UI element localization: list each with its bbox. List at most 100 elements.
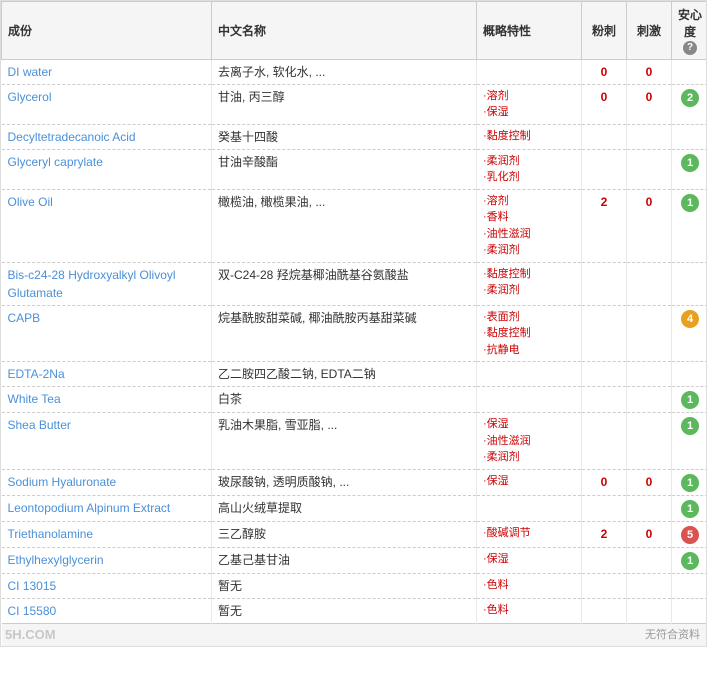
safety-cell: 5	[672, 521, 707, 547]
irritant-cell	[582, 495, 627, 521]
chinese-name-cell: 乙二胺四乙酸二钠, EDTA二钠	[212, 362, 477, 387]
stimulate-cell	[627, 305, 672, 362]
stimulate-cell: 0	[627, 469, 672, 495]
irritant-cell	[582, 413, 627, 470]
col-header-stimulate: 刺激	[627, 2, 672, 60]
general-props-cell: ·色料	[477, 598, 582, 623]
safety-cell: 1	[672, 413, 707, 470]
table-row: Triethanolamine三乙醇胺·酸碱调节205	[2, 521, 707, 547]
ingredient-name-cell[interactable]: Decyltetradecanoic Acid	[2, 124, 212, 149]
safety-badge: 2	[681, 89, 699, 107]
irritant-cell	[582, 598, 627, 623]
irritant-cell: 2	[582, 521, 627, 547]
stimulate-cell	[627, 362, 672, 387]
stimulate-cell	[627, 598, 672, 623]
safety-cell: 1	[672, 547, 707, 573]
ingredient-name-cell[interactable]: Sodium Hyaluronate	[2, 469, 212, 495]
ingredient-name-cell[interactable]: Triethanolamine	[2, 521, 212, 547]
irritant-cell	[582, 124, 627, 149]
stimulate-cell	[627, 573, 672, 598]
ingredient-name-cell[interactable]: Glyceryl caprylate	[2, 149, 212, 189]
safety-badge: 1	[681, 552, 699, 570]
chinese-name-cell: 甘油, 丙三醇	[212, 84, 477, 124]
table-row: CI 15580暂无·色料	[2, 598, 707, 623]
safety-badge: 1	[681, 500, 699, 518]
safety-cell: 1	[672, 189, 707, 262]
ingredient-name-cell[interactable]: CAPB	[2, 305, 212, 362]
safety-cell: 1	[672, 495, 707, 521]
ingredient-table: 成份 中文名称 概略特性 粉刺 刺激 安心度 ? DI water去离子水, 软…	[1, 1, 707, 646]
ingredient-name-cell[interactable]: EDTA-2Na	[2, 362, 212, 387]
general-props-cell: ·黏度控制·柔润剂	[477, 262, 582, 305]
safety-cell: 2	[672, 84, 707, 124]
ingredient-name-cell[interactable]: CI 13015	[2, 573, 212, 598]
stimulate-cell	[627, 413, 672, 470]
ingredient-name-cell[interactable]: Shea Butter	[2, 413, 212, 470]
ingredient-name-cell[interactable]: CI 15580	[2, 598, 212, 623]
chinese-name-cell: 玻尿酸钠, 透明质酸钠, ...	[212, 469, 477, 495]
ingredient-name-cell[interactable]: Olive Oil	[2, 189, 212, 262]
general-props-cell: ·酸碱调节	[477, 521, 582, 547]
irritant-cell: 0	[582, 469, 627, 495]
irritant-cell: 0	[582, 84, 627, 124]
chinese-name-cell: 双-C24-28 羟烷基椰油酰基谷氨酸盐	[212, 262, 477, 305]
ingredient-table-container: 成份 中文名称 概略特性 粉刺 刺激 安心度 ? DI water去离子水, 软…	[0, 0, 707, 647]
general-props-cell	[477, 362, 582, 387]
general-props-cell: ·表面剂·黏度控制·抗静电	[477, 305, 582, 362]
table-row: CI 13015暂无·色料	[2, 573, 707, 598]
general-props-cell	[477, 59, 582, 84]
safety-badge: 4	[681, 310, 699, 328]
footer-row: 无符合资料	[2, 623, 707, 646]
safety-badge: 1	[681, 154, 699, 172]
safety-badge: 1	[681, 391, 699, 409]
irritant-cell: 2	[582, 189, 627, 262]
footer-text: 无符合资料	[2, 623, 707, 646]
chinese-name-cell: 去离子水, 软化水, ...	[212, 59, 477, 84]
col-header-safety: 安心度 ?	[672, 2, 707, 60]
table-row: Ethylhexylglycerin乙基己基甘油·保湿1	[2, 547, 707, 573]
ingredient-name-cell[interactable]: Leontopodium Alpinum Extract	[2, 495, 212, 521]
ingredient-name-cell[interactable]: DI water	[2, 59, 212, 84]
chinese-name-cell: 甘油辛酸酯	[212, 149, 477, 189]
table-row: Shea Butter乳油木果脂, 雪亚脂, ...·保湿·油性滋润·柔润剂 1	[2, 413, 707, 470]
safety-cell	[672, 59, 707, 84]
safety-cell	[672, 573, 707, 598]
table-row: Decyltetradecanoic Acid癸基十四酸·黏度控制	[2, 124, 707, 149]
chinese-name-cell: 橄榄油, 橄榄果油, ...	[212, 189, 477, 262]
safety-cell: 1	[672, 149, 707, 189]
chinese-name-cell: 癸基十四酸	[212, 124, 477, 149]
table-row: White Tea白茶1	[2, 387, 707, 413]
ingredient-name-cell[interactable]: Glycerol	[2, 84, 212, 124]
ingredient-name-cell[interactable]: Ethylhexylglycerin	[2, 547, 212, 573]
chinese-name-cell: 乳油木果脂, 雪亚脂, ...	[212, 413, 477, 470]
general-props-cell: ·保湿	[477, 547, 582, 573]
irritant-cell: 0	[582, 59, 627, 84]
general-props-cell: ·保湿	[477, 469, 582, 495]
safety-cell	[672, 124, 707, 149]
general-props-cell: ·黏度控制	[477, 124, 582, 149]
chinese-name-cell: 暂无	[212, 573, 477, 598]
ingredient-name-cell[interactable]: Bis-c24-28 Hydroxyalkyl Olivoyl Glutamat…	[2, 262, 212, 305]
stimulate-cell	[627, 387, 672, 413]
safety-cell: 1	[672, 387, 707, 413]
safety-cell: 1	[672, 469, 707, 495]
ingredient-name-cell[interactable]: White Tea	[2, 387, 212, 413]
general-props-cell: ·保湿·油性滋润·柔润剂	[477, 413, 582, 470]
stimulate-cell	[627, 495, 672, 521]
safety-help-icon[interactable]: ?	[683, 41, 697, 55]
general-props-cell: ·色料	[477, 573, 582, 598]
safety-cell	[672, 362, 707, 387]
stimulate-cell: 0	[627, 59, 672, 84]
irritant-cell	[582, 573, 627, 598]
irritant-cell	[582, 387, 627, 413]
table-row: Leontopodium Alpinum Extract高山火绒草提取1	[2, 495, 707, 521]
table-row: EDTA-2Na乙二胺四乙酸二钠, EDTA二钠	[2, 362, 707, 387]
general-props-cell	[477, 495, 582, 521]
table-row: Bis-c24-28 Hydroxyalkyl Olivoyl Glutamat…	[2, 262, 707, 305]
irritant-cell	[582, 362, 627, 387]
general-props-cell: ·溶剂·香料·油性滋润·柔润剂	[477, 189, 582, 262]
table-row: DI water去离子水, 软化水, ... 00	[2, 59, 707, 84]
safety-badge: 1	[681, 417, 699, 435]
table-row: Glycerol甘油, 丙三醇·溶剂·保湿002	[2, 84, 707, 124]
stimulate-cell: 0	[627, 84, 672, 124]
